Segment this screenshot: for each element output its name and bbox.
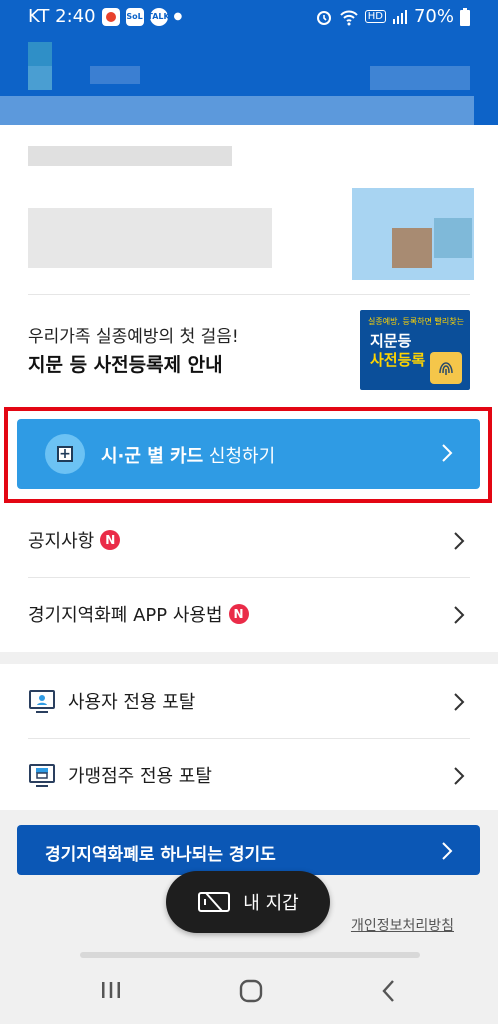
cta-label: 시·군 별 카드 신청하기 bbox=[101, 442, 275, 468]
section-gap bbox=[0, 652, 498, 664]
list-item-app-guide[interactable]: 경기지역화폐 APP 사용법 N bbox=[0, 577, 498, 651]
user-portal-item[interactable]: 사용자 전용 포탈 bbox=[0, 664, 498, 738]
my-wallet-button[interactable]: 내 지갑 bbox=[166, 871, 330, 933]
promo-thumb-line2: 지문등 bbox=[370, 332, 412, 350]
carrier-time: KT 2:40 bbox=[28, 6, 96, 27]
wallet-label: 내 지갑 bbox=[243, 893, 299, 914]
fingerprint-icon bbox=[430, 352, 462, 384]
sol-icon: SoL bbox=[125, 7, 144, 26]
gyeonggi-banner-button[interactable]: 경기지역화폐로 하나되는 경기도 bbox=[17, 825, 480, 875]
list-item-label-wrap: 경기지역화폐 APP 사용법 N bbox=[28, 601, 249, 627]
chevron-right-icon bbox=[442, 444, 453, 462]
blurred-user-info bbox=[0, 36, 498, 126]
portal-label: 사용자 전용 포탈 bbox=[68, 692, 196, 713]
privacy-policy-link[interactable]: 개인정보처리방침 bbox=[351, 915, 454, 935]
card-application-button[interactable]: + 시·군 별 카드 신청하기 bbox=[17, 419, 480, 489]
merchant-monitor-icon bbox=[29, 764, 55, 787]
chevron-right-icon bbox=[454, 767, 465, 785]
signal-icon bbox=[392, 9, 407, 24]
promo-thumb-line3: 사전등록 bbox=[370, 351, 426, 369]
blurred-card-info bbox=[28, 146, 232, 166]
promo-thumbnail[interactable]: 실종예방, 등록하면 빨리찾는 지문등 사전등록 bbox=[360, 310, 470, 390]
app-notification-icon bbox=[101, 7, 120, 26]
list-item-notice[interactable]: 공지사항 N bbox=[0, 503, 498, 577]
list-item-label: 경기지역화폐 APP 사용법 bbox=[28, 605, 223, 626]
recent-apps-icon[interactable] bbox=[100, 978, 122, 1002]
list-item-label-wrap: 공지사항 N bbox=[28, 527, 121, 553]
promo-title[interactable]: 지문 등 사전등록제 안내 bbox=[28, 350, 223, 377]
merchant-portal-item[interactable]: 가맹점주 전용 포탈 bbox=[0, 738, 498, 812]
system-nav-bar bbox=[0, 960, 498, 1024]
hd-icon: HD bbox=[364, 10, 386, 23]
new-badge: N bbox=[228, 604, 249, 624]
chevron-right-icon bbox=[454, 693, 465, 711]
wifi-icon bbox=[340, 10, 358, 25]
user-monitor-icon bbox=[29, 690, 55, 713]
alarm-icon bbox=[316, 10, 331, 25]
back-icon[interactable] bbox=[380, 978, 398, 1004]
battery-percent: 70% bbox=[413, 6, 454, 27]
list-item-label: 공지사항 bbox=[28, 531, 95, 552]
more-notifications-dot-icon: ● bbox=[173, 11, 183, 22]
promo-thumb-tagline: 실종예방, 등록하면 빨리찾는 bbox=[368, 317, 464, 326]
cta-label-rest: 신청하기 bbox=[208, 446, 276, 467]
blurred-card-detail bbox=[28, 208, 272, 268]
status-bar: KT 2:40 SoL TALK ● HD 70% bbox=[0, 0, 498, 36]
chevron-right-icon bbox=[442, 842, 453, 860]
new-badge: N bbox=[100, 530, 121, 550]
home-icon[interactable] bbox=[238, 978, 264, 1004]
divider bbox=[28, 294, 470, 295]
add-card-icon: + bbox=[57, 446, 73, 462]
blurred-card-image bbox=[352, 188, 474, 280]
wallet-icon bbox=[198, 892, 231, 912]
card-icon-wrap: + bbox=[45, 434, 85, 474]
promo-subtitle: 우리가족 실종예방의 첫 걸음! bbox=[28, 327, 239, 347]
chevron-right-icon bbox=[454, 532, 465, 550]
battery-icon bbox=[460, 7, 470, 26]
chevron-right-icon bbox=[454, 606, 465, 624]
talk-icon: TALK bbox=[147, 7, 170, 26]
banner-label: 경기지역화폐로 하나되는 경기도 bbox=[45, 845, 276, 865]
cta-label-bold: 시·군 별 카드 bbox=[101, 446, 204, 467]
portal-label: 가맹점주 전용 포탈 bbox=[68, 766, 212, 787]
